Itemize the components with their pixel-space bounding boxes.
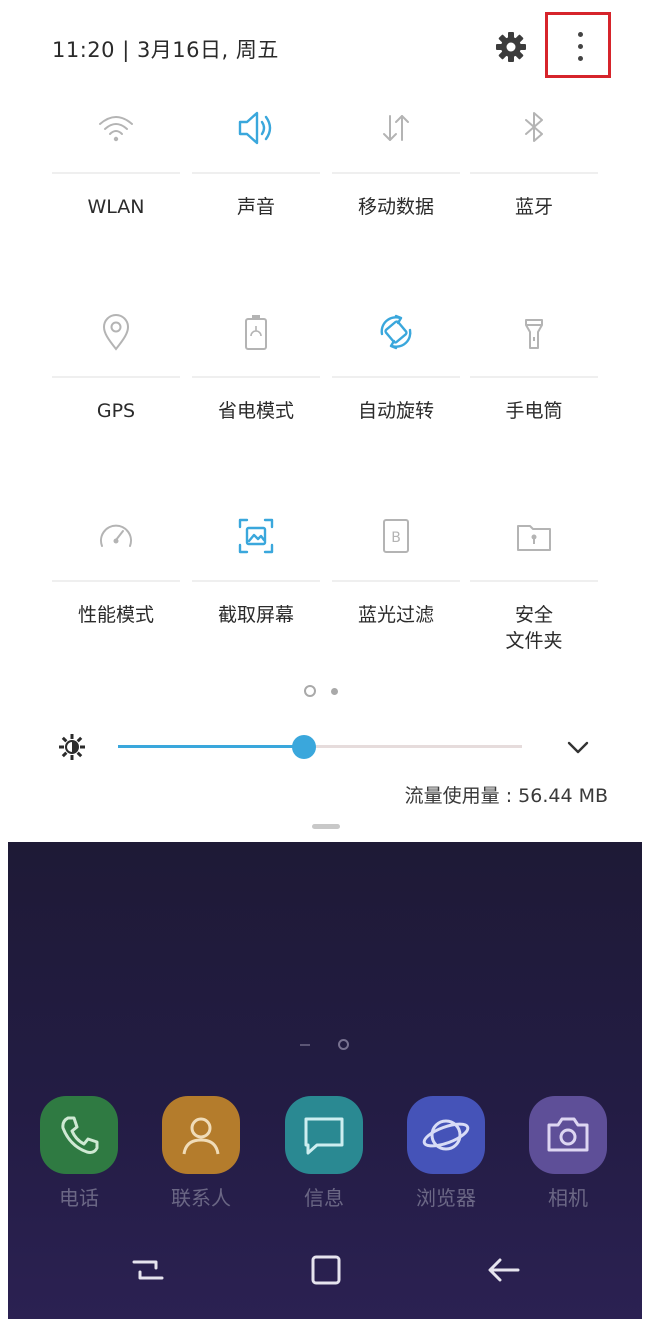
app-icon-browser (407, 1096, 485, 1174)
blue-light-filter-icon: B (383, 519, 409, 553)
tile-separator (192, 172, 320, 174)
home-screen (8, 842, 642, 1319)
app-camera[interactable]: 相机 (522, 1096, 614, 1211)
tile-flashlight[interactable]: 手电筒 (470, 312, 598, 482)
more-options-icon-dot (578, 56, 583, 61)
app-label: 电话 (59, 1186, 99, 1210)
tile-label: 自动旋转 (357, 400, 434, 422)
settings-gear-icon[interactable] (494, 30, 528, 64)
speaker-icon (238, 111, 272, 145)
phone-icon (61, 1116, 99, 1154)
brightness-slider-fill (118, 745, 304, 748)
chevron-down-icon[interactable] (566, 736, 590, 758)
wifi-icon (99, 116, 133, 142)
tile-label: 声音 (236, 196, 275, 218)
tile-mobile-data[interactable]: 移动数据 (332, 108, 460, 278)
tile-auto-rotate[interactable]: 自动旋转 (332, 312, 460, 482)
home-page-indicator (300, 1038, 360, 1052)
tile-screenshot[interactable]: 截取屏幕 (192, 516, 320, 686)
location-pin-icon (102, 314, 130, 351)
tile-label: 省电模式 (217, 400, 294, 422)
camera-icon (547, 1117, 589, 1152)
tile-separator (192, 376, 320, 378)
contacts-icon (182, 1117, 220, 1155)
flashlight-icon (525, 319, 543, 349)
tile-label: 截取屏幕 (217, 604, 294, 626)
tile-label: 性能模式 (77, 604, 154, 626)
app-browser[interactable]: 浏览器 (400, 1096, 492, 1211)
tile-power-saving[interactable]: 省电模式 (192, 312, 320, 482)
browser-icon (422, 1119, 470, 1151)
page-indicator-current (304, 685, 316, 697)
app-label: 相机 (548, 1186, 588, 1210)
more-options-icon-dot (578, 44, 583, 49)
tile-wlan[interactable]: WLAN (52, 108, 180, 278)
more-options-icon (578, 32, 583, 37)
tile-separator (470, 172, 598, 174)
tile-label: 移动数据 (357, 196, 434, 218)
tile-performance-mode[interactable]: 性能模式 (52, 516, 180, 686)
home-page-dash[interactable] (300, 1044, 310, 1046)
more-options-button[interactable] (545, 12, 611, 78)
app-label: 浏览器 (416, 1186, 476, 1210)
tile-blue-light-filter[interactable]: B 蓝光过滤 (332, 516, 460, 686)
secure-folder-icon (517, 525, 551, 551)
panel-drag-handle[interactable] (312, 824, 340, 829)
data-usage-text: 流量使用量 : 56.44 MB (404, 785, 608, 807)
brightness-slider-track[interactable] (118, 745, 522, 748)
battery-saver-icon (245, 315, 267, 350)
page-indicator-next[interactable] (331, 688, 338, 695)
auto-rotate-icon (380, 314, 412, 350)
recent-apps-icon[interactable] (128, 1252, 168, 1288)
tile-separator (52, 172, 180, 174)
screen: 11:20 | 3月16日, 周五 WLAN 声音 移动数据 蓝牙 GPS 省电… (0, 0, 650, 1321)
status-time-date: 11:20 | 3月16日, 周五 (52, 38, 279, 62)
back-arrow-icon[interactable] (484, 1252, 524, 1288)
app-phone[interactable]: 电话 (33, 1096, 125, 1211)
tile-separator (332, 580, 460, 582)
app-contacts[interactable]: 联系人 (155, 1096, 247, 1211)
app-label: 信息 (304, 1186, 344, 1210)
app-icon-messages (285, 1096, 363, 1174)
app-label: 联系人 (171, 1186, 231, 1210)
tile-separator (470, 580, 598, 582)
home-button-icon[interactable] (306, 1252, 346, 1288)
home-page-dot[interactable] (338, 1039, 349, 1050)
tile-separator (52, 376, 180, 378)
tile-separator (470, 376, 598, 378)
speedometer-icon (100, 524, 132, 547)
tile-label: WLAN (87, 196, 145, 218)
tile-separator (332, 172, 460, 174)
mobile-data-icon (383, 115, 409, 141)
screenshot-border-left (0, 0, 8, 1321)
screenshot-icon (238, 518, 274, 554)
tile-separator (192, 580, 320, 582)
brightness-icon (59, 734, 85, 760)
app-icon-phone (40, 1096, 118, 1174)
tile-separator (52, 580, 180, 582)
app-messages[interactable]: 信息 (278, 1096, 370, 1211)
tile-gps[interactable]: GPS (52, 312, 180, 482)
tile-label: 蓝牙 (514, 196, 553, 218)
tile-secure-folder[interactable]: 安全 文件夹 (470, 516, 598, 686)
app-icon-camera (529, 1096, 607, 1174)
tile-label: 安全 文件夹 (505, 604, 563, 652)
brightness-slider-thumb[interactable] (291, 735, 316, 759)
svg-text:B: B (391, 530, 401, 546)
tile-label: GPS (96, 400, 136, 422)
tile-label: 手电筒 (505, 400, 563, 422)
bluetooth-icon (525, 112, 543, 142)
messages-icon (304, 1117, 344, 1155)
tile-label: 蓝光过滤 (357, 604, 434, 626)
tile-separator (332, 376, 460, 378)
screenshot-border-right (642, 0, 650, 1321)
app-icon-contacts (162, 1096, 240, 1174)
tile-bluetooth[interactable]: 蓝牙 (470, 108, 598, 278)
tile-sound[interactable]: 声音 (192, 108, 320, 278)
